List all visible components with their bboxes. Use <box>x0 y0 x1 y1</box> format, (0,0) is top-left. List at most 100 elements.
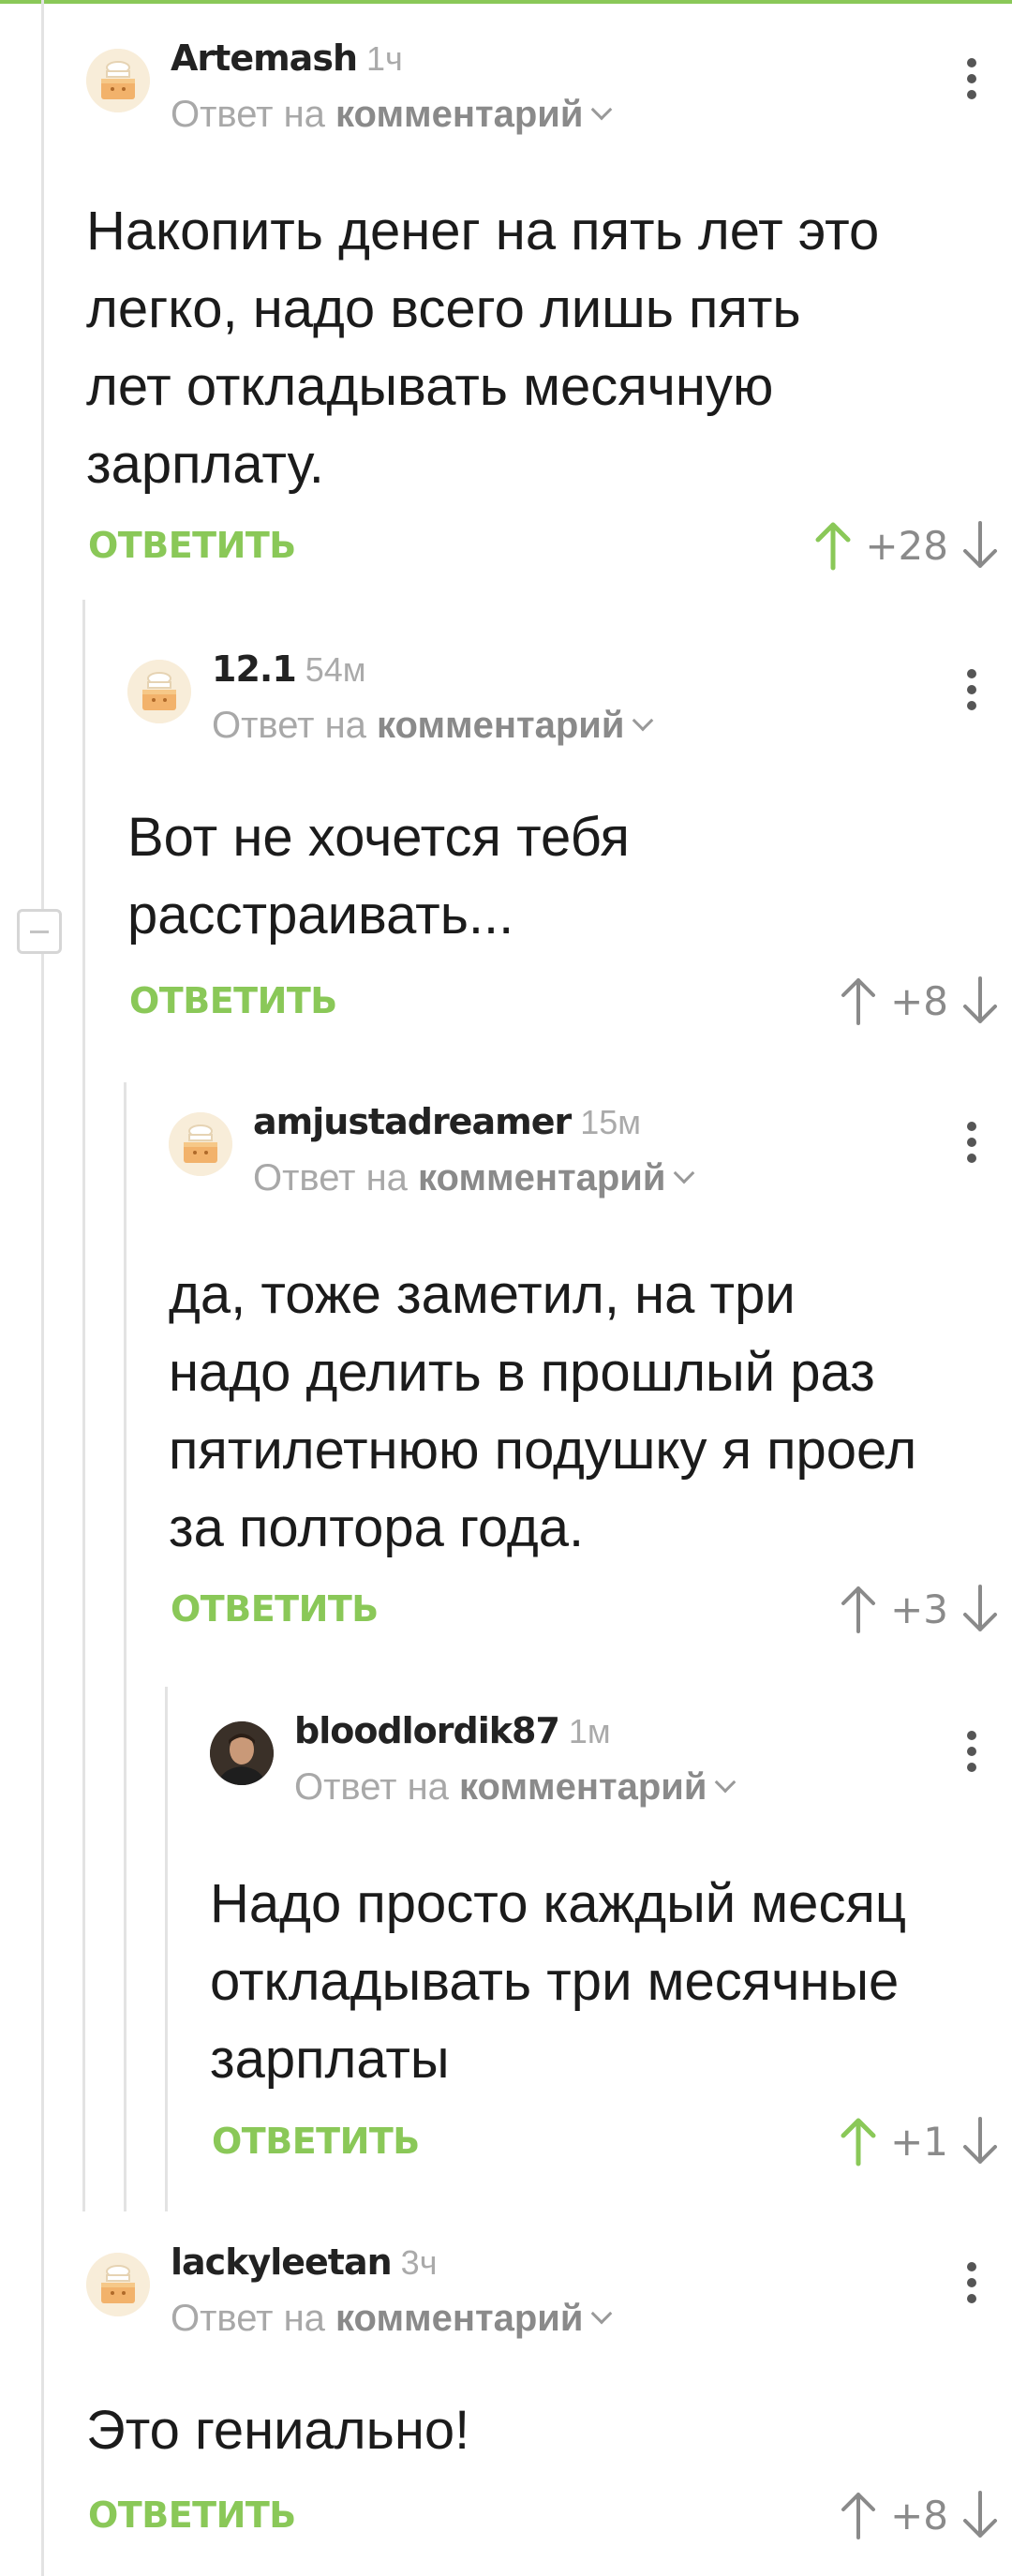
downvote-icon[interactable] <box>960 1583 1001 1635</box>
reply-button[interactable]: ОТВЕТИТЬ <box>171 1588 379 1630</box>
collapse-thread-button[interactable] <box>17 909 62 954</box>
more-options-icon[interactable] <box>967 669 980 717</box>
more-options-icon[interactable] <box>967 58 980 106</box>
comment-meta: Artemash 1ч <box>171 37 403 79</box>
user-photo-avatar[interactable] <box>210 1721 274 1785</box>
more-options-icon[interactable] <box>967 1731 980 1779</box>
top-accent-bar <box>0 0 1012 4</box>
score-value: +28 <box>865 522 948 569</box>
upvote-icon[interactable] <box>838 2115 879 2167</box>
chevron-down-icon <box>632 709 654 732</box>
reply-button[interactable]: ОТВЕТИТЬ <box>88 2494 296 2536</box>
comment-line: Это гениально! <box>86 2400 470 2461</box>
comment-bloodlordik87: bloodlordik87 1м Ответ на комментарий Над… <box>210 1710 1012 2179</box>
comment-text: Это гениально! <box>86 2391 469 2469</box>
comment-line: расстраивать... <box>127 885 514 946</box>
default-avatar-icon[interactable] <box>127 660 191 723</box>
vote-controls: +1 <box>838 2113 1001 2169</box>
reply-to-prefix: Ответ на <box>171 2298 325 2339</box>
comment-12-1: 12.1 54м Ответ на комментарий Вот не хоче… <box>127 648 1012 1051</box>
author-name[interactable]: lackyleetan <box>171 2241 393 2283</box>
vote-controls: +28 <box>812 517 1001 573</box>
comment-line: откладывать три месячные <box>210 1951 900 2012</box>
vote-controls: +8 <box>838 2487 1001 2543</box>
reply-to-prefix: Ответ на <box>212 705 366 746</box>
comment-text: Вот не хочется тебя расстраивать... <box>127 798 630 954</box>
upvote-icon[interactable] <box>838 975 879 1027</box>
score-value: +8 <box>890 977 948 1024</box>
chevron-down-icon <box>591 2302 613 2325</box>
reply-button[interactable]: ОТВЕТИТЬ <box>88 525 296 566</box>
comment-amjustadreamer: amjustadreamer 15м Ответ на комментарий д… <box>169 1101 1012 1663</box>
comment-time[interactable]: 1м <box>569 1712 611 1750</box>
thread-line-level-3[interactable] <box>124 1082 126 2211</box>
comment-time[interactable]: 1ч <box>366 39 403 78</box>
downvote-icon[interactable] <box>960 2489 1001 2541</box>
vote-controls: +3 <box>838 1581 1001 1637</box>
thread-line-root[interactable] <box>41 0 44 2576</box>
author-name[interactable]: bloodlordik87 <box>294 1710 560 1751</box>
downvote-icon[interactable] <box>960 519 1001 572</box>
reply-to-prefix: Ответ на <box>171 94 325 135</box>
comment-line: да, тоже заметил, на три <box>169 1264 796 1325</box>
upvote-icon[interactable] <box>812 519 854 572</box>
comment-line: пятилетнюю подушку я проел <box>169 1420 917 1481</box>
comment-lackyleetan: lackyleetan 3ч Ответ на комментарий Это г… <box>86 2241 1012 2574</box>
comment-line: Вот не хочется тебя <box>127 807 630 868</box>
reply-to-target[interactable]: комментарий <box>418 1157 665 1199</box>
comment-text: Надо просто каждый месяц откладывать три… <box>210 1865 906 2098</box>
downvote-icon[interactable] <box>960 2115 1001 2167</box>
author-name[interactable]: 12.1 <box>212 648 297 690</box>
chevron-down-icon <box>715 1771 737 1794</box>
comment-line: надо делить в прошлый раз <box>169 1342 875 1403</box>
comment-line: зарплаты <box>210 2029 450 2090</box>
comment-line: Надо просто каждый месяц <box>210 1873 907 1934</box>
chevron-down-icon <box>591 98 613 121</box>
downvote-icon[interactable] <box>960 975 1001 1027</box>
comment-meta: 12.1 54м <box>212 648 366 690</box>
comment-line: зарплату. <box>86 434 324 495</box>
comment-line: Накопить денег на пять лет это <box>86 201 880 261</box>
default-avatar-icon[interactable] <box>169 1112 232 1176</box>
comment-time[interactable]: 3ч <box>401 2243 438 2282</box>
reply-to-target[interactable]: комментарий <box>377 705 624 746</box>
reply-to-link[interactable]: Ответ на комментарий <box>212 705 654 747</box>
comment-text: Накопить денег на пять лет это легко, на… <box>86 192 879 503</box>
comment-line: за полтора года. <box>169 1497 585 1558</box>
score-value: +1 <box>890 2118 948 2165</box>
comment-meta: lackyleetan 3ч <box>171 2241 437 2283</box>
comment-time[interactable]: 15м <box>580 1103 641 1141</box>
score-value: +8 <box>890 2492 948 2539</box>
reply-to-prefix: Ответ на <box>294 1766 449 1808</box>
more-options-icon[interactable] <box>967 1122 980 1169</box>
score-value: +3 <box>890 1586 948 1632</box>
thread-line-level-4[interactable] <box>165 1687 168 2211</box>
reply-to-link[interactable]: Ответ на комментарий <box>171 94 613 136</box>
comment-line: лет откладывать месячную <box>86 356 774 417</box>
reply-to-link[interactable]: Ответ на комментарий <box>253 1157 695 1199</box>
reply-to-target[interactable]: комментарий <box>459 1766 707 1808</box>
comment-artemash: Artemash 1ч Ответ на комментарий Накопить… <box>86 37 1012 590</box>
reply-to-link[interactable]: Ответ на комментарий <box>171 2298 613 2340</box>
upvote-icon[interactable] <box>838 1583 879 1635</box>
reply-to-prefix: Ответ на <box>253 1157 408 1199</box>
comment-meta: amjustadreamer 15м <box>253 1101 641 1142</box>
comment-line: легко, надо всего лишь пять <box>86 278 801 339</box>
comment-text: да, тоже заметил, на три надо делить в п… <box>169 1256 916 1567</box>
more-options-icon[interactable] <box>967 2262 980 2310</box>
comment-time[interactable]: 54м <box>305 650 366 689</box>
chevron-down-icon <box>674 1162 695 1184</box>
author-name[interactable]: amjustadreamer <box>253 1101 572 1142</box>
reply-to-target[interactable]: комментарий <box>335 94 583 135</box>
upvote-icon[interactable] <box>838 2489 879 2541</box>
thread-line-level-2[interactable] <box>82 600 85 2211</box>
reply-to-link[interactable]: Ответ на комментарий <box>294 1766 737 1809</box>
vote-controls: +8 <box>838 973 1001 1029</box>
reply-button[interactable]: ОТВЕТИТЬ <box>129 980 337 1021</box>
default-avatar-icon[interactable] <box>86 2253 150 2316</box>
reply-to-target[interactable]: комментарий <box>335 2298 583 2339</box>
comment-meta: bloodlordik87 1м <box>294 1710 611 1751</box>
author-name[interactable]: Artemash <box>171 37 358 79</box>
reply-button[interactable]: ОТВЕТИТЬ <box>212 2121 420 2162</box>
default-avatar-icon[interactable] <box>86 49 150 112</box>
